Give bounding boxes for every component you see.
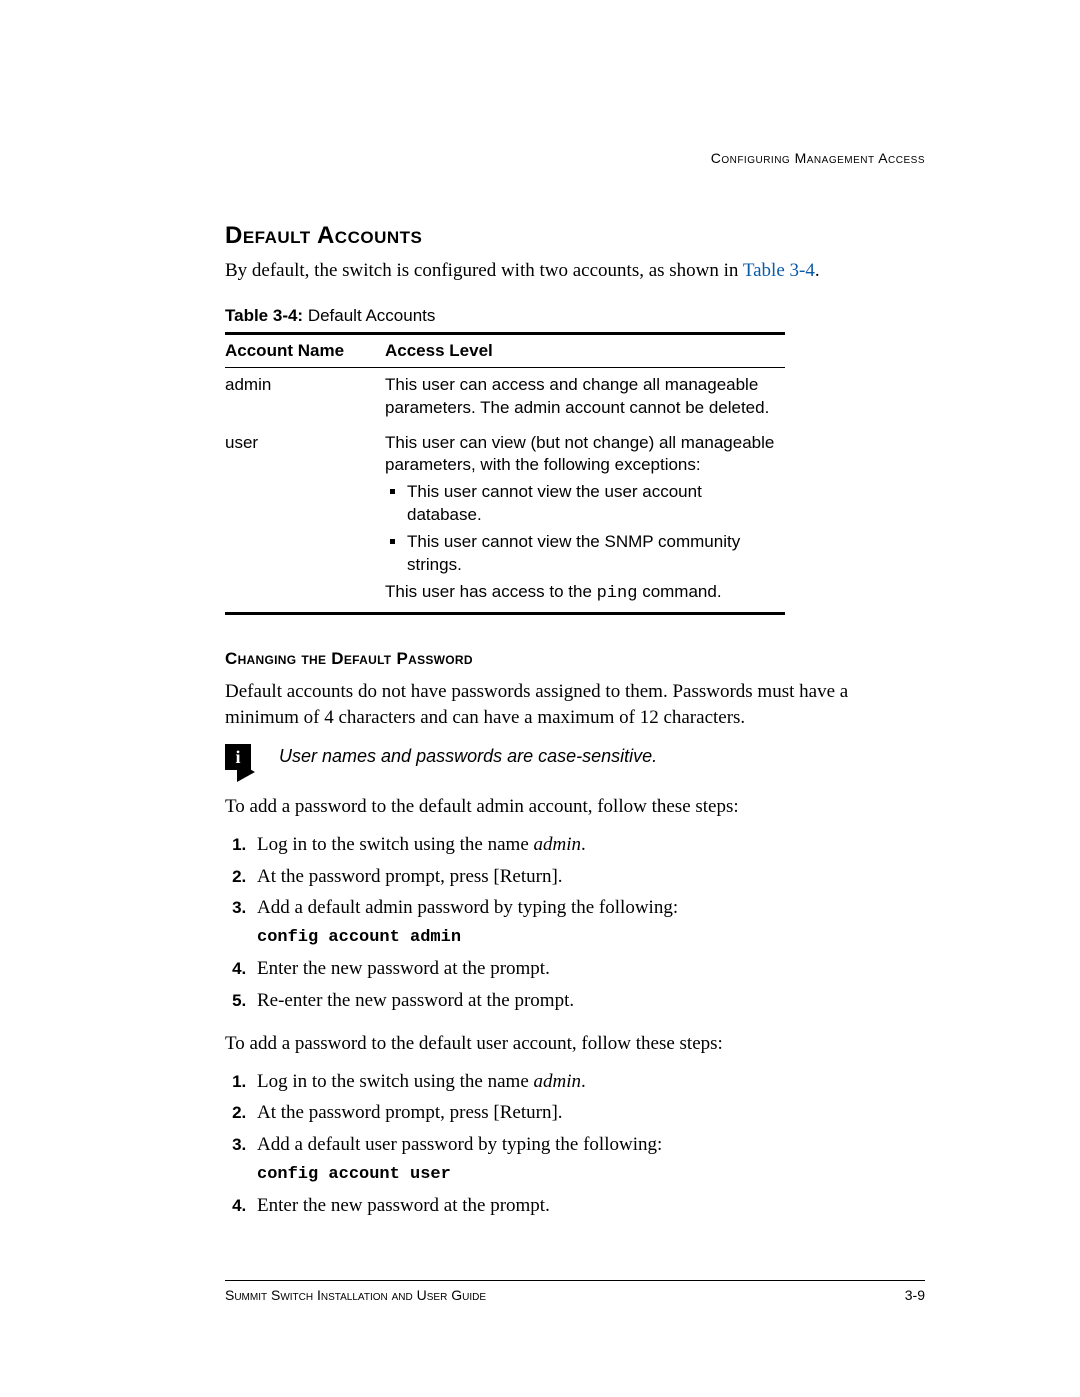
note-text: User names and passwords are case-sensit… — [279, 744, 657, 767]
list-item: At the password prompt, press [Return]. — [251, 864, 925, 890]
intro-text: By default, the switch is configured wit… — [225, 260, 743, 281]
page-content: Configuring Management Access Default Ac… — [225, 150, 925, 1236]
section-title: Default Accounts — [225, 222, 925, 250]
account-name-cell: user — [225, 426, 385, 614]
intro-paragraph: By default, the switch is configured wit… — [225, 258, 925, 284]
info-icon: i — [225, 744, 259, 778]
list-item: This user cannot view the SNMP community… — [407, 531, 775, 577]
step-text: . — [581, 1071, 586, 1092]
table-header-access-level: Access Level — [385, 333, 785, 367]
user-steps-list: Log in to the switch using the name admi… — [225, 1069, 925, 1219]
table-caption-label: Table 3-4: — [225, 306, 303, 325]
step-text: Add a default user password by typing th… — [257, 1134, 662, 1155]
running-head: Configuring Management Access — [711, 150, 925, 166]
admin-name: admin — [534, 1071, 582, 1092]
ping-code: ping — [597, 584, 638, 603]
table-row: user This user can view (but not change)… — [225, 426, 785, 614]
table-header-account-name: Account Name — [225, 333, 385, 367]
config-account-admin-cmd: config account admin — [257, 927, 925, 950]
config-account-user-cmd: config account user — [257, 1164, 925, 1187]
admin-name: admin — [534, 834, 582, 855]
step-text: . — [581, 834, 586, 855]
intro-suffix: . — [815, 260, 820, 281]
list-item: At the password prompt, press [Return]. — [251, 1100, 925, 1126]
list-item: Add a default user password by typing th… — [251, 1132, 925, 1187]
list-item: Enter the new password at the prompt. — [251, 1193, 925, 1219]
list-item: Add a default admin password by typing t… — [251, 895, 925, 950]
table-row: admin This user can access and change al… — [225, 367, 785, 425]
list-item: Enter the new password at the prompt. — [251, 956, 925, 982]
table-caption: Table 3-4: Default Accounts — [225, 306, 925, 326]
footer-title: Summit Switch Installation and User Guid… — [225, 1287, 486, 1303]
table-caption-title: Default Accounts — [303, 306, 435, 325]
table-3-4-link[interactable]: Table 3-4 — [743, 260, 815, 281]
user-exception-list: This user cannot view the user account d… — [407, 481, 775, 577]
admin-steps-list: Log in to the switch using the name admi… — [225, 832, 925, 1013]
list-item: Re-enter the new password at the prompt. — [251, 988, 925, 1014]
access-level-cell: This user can view (but not change) all … — [385, 426, 785, 614]
step-text: Add a default admin password by typing t… — [257, 897, 678, 918]
changing-password-heading: Changing the Default Password — [225, 649, 925, 669]
list-item: This user cannot view the user account d… — [407, 481, 775, 527]
list-item: Log in to the switch using the name admi… — [251, 1069, 925, 1095]
account-name-cell: admin — [225, 367, 385, 425]
list-item: Log in to the switch using the name admi… — [251, 832, 925, 858]
user-after-post: command. — [637, 582, 721, 601]
info-note: i User names and passwords are case-sens… — [225, 744, 925, 778]
default-accounts-table: Account Name Access Level admin This use… — [225, 332, 785, 615]
page-number: 3-9 — [905, 1287, 925, 1303]
page-footer: Summit Switch Installation and User Guid… — [225, 1280, 925, 1303]
step-text: Log in to the switch using the name — [257, 1071, 534, 1092]
step-text: Log in to the switch using the name — [257, 834, 534, 855]
admin-steps-intro: To add a password to the default admin a… — [225, 794, 925, 820]
user-after-text: This user has access to the — [385, 582, 597, 601]
user-desc: This user can view (but not change) all … — [385, 433, 774, 475]
password-paragraph: Default accounts do not have passwords a… — [225, 679, 925, 730]
user-steps-intro: To add a password to the default user ac… — [225, 1031, 925, 1057]
access-level-cell: This user can access and change all mana… — [385, 367, 785, 425]
